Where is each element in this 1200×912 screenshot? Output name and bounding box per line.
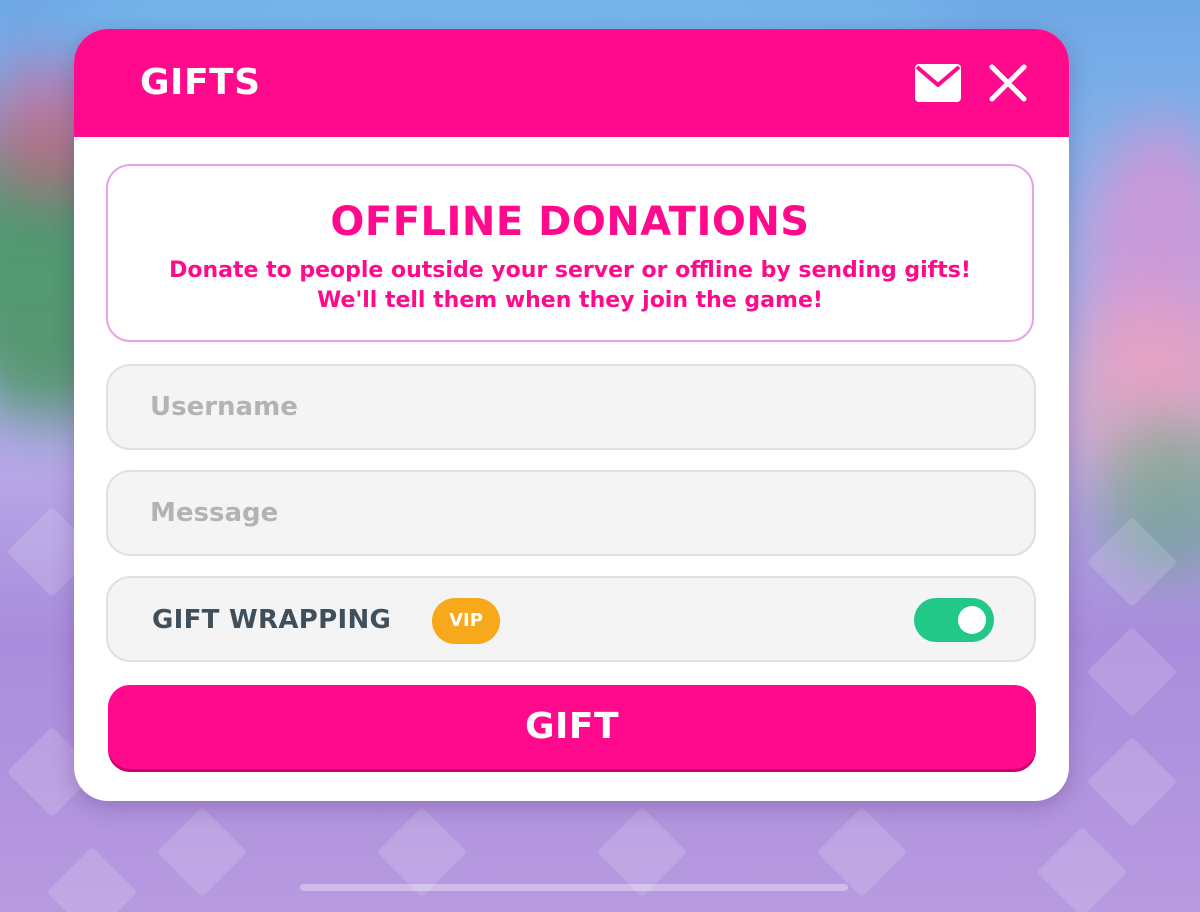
close-button[interactable]: [988, 63, 1028, 103]
info-description: Donate to people outside your server or …: [108, 256, 1032, 316]
home-indicator: [300, 884, 848, 891]
modal-title: GIFTS: [140, 62, 261, 103]
gift-wrapping-row: GIFT WRAPPING VIP: [106, 576, 1036, 662]
username-field: [106, 364, 1036, 450]
mail-button[interactable]: [914, 63, 962, 103]
toggle-knob: [958, 606, 986, 634]
mail-icon: [915, 64, 961, 102]
username-input[interactable]: [150, 366, 990, 448]
modal-header: GIFTS: [74, 29, 1069, 137]
gift-button[interactable]: GIFT: [108, 685, 1036, 769]
message-field: [106, 470, 1036, 556]
offline-donations-card: OFFLINE DONATIONS Donate to people outsi…: [106, 164, 1034, 342]
gifts-modal: GIFTS OFFLINE DONATIONS Donate to people…: [74, 29, 1069, 801]
close-icon: [989, 64, 1027, 102]
gift-wrapping-toggle[interactable]: [914, 598, 994, 642]
info-title: OFFLINE DONATIONS: [330, 199, 810, 245]
info-description-line-1: Donate to people outside your server or …: [169, 258, 971, 283]
vip-badge: VIP: [432, 598, 500, 644]
message-input[interactable]: [150, 472, 990, 554]
info-description-line-2: We'll tell them when they join the game!: [317, 288, 823, 313]
gift-wrapping-label: GIFT WRAPPING: [152, 605, 392, 635]
